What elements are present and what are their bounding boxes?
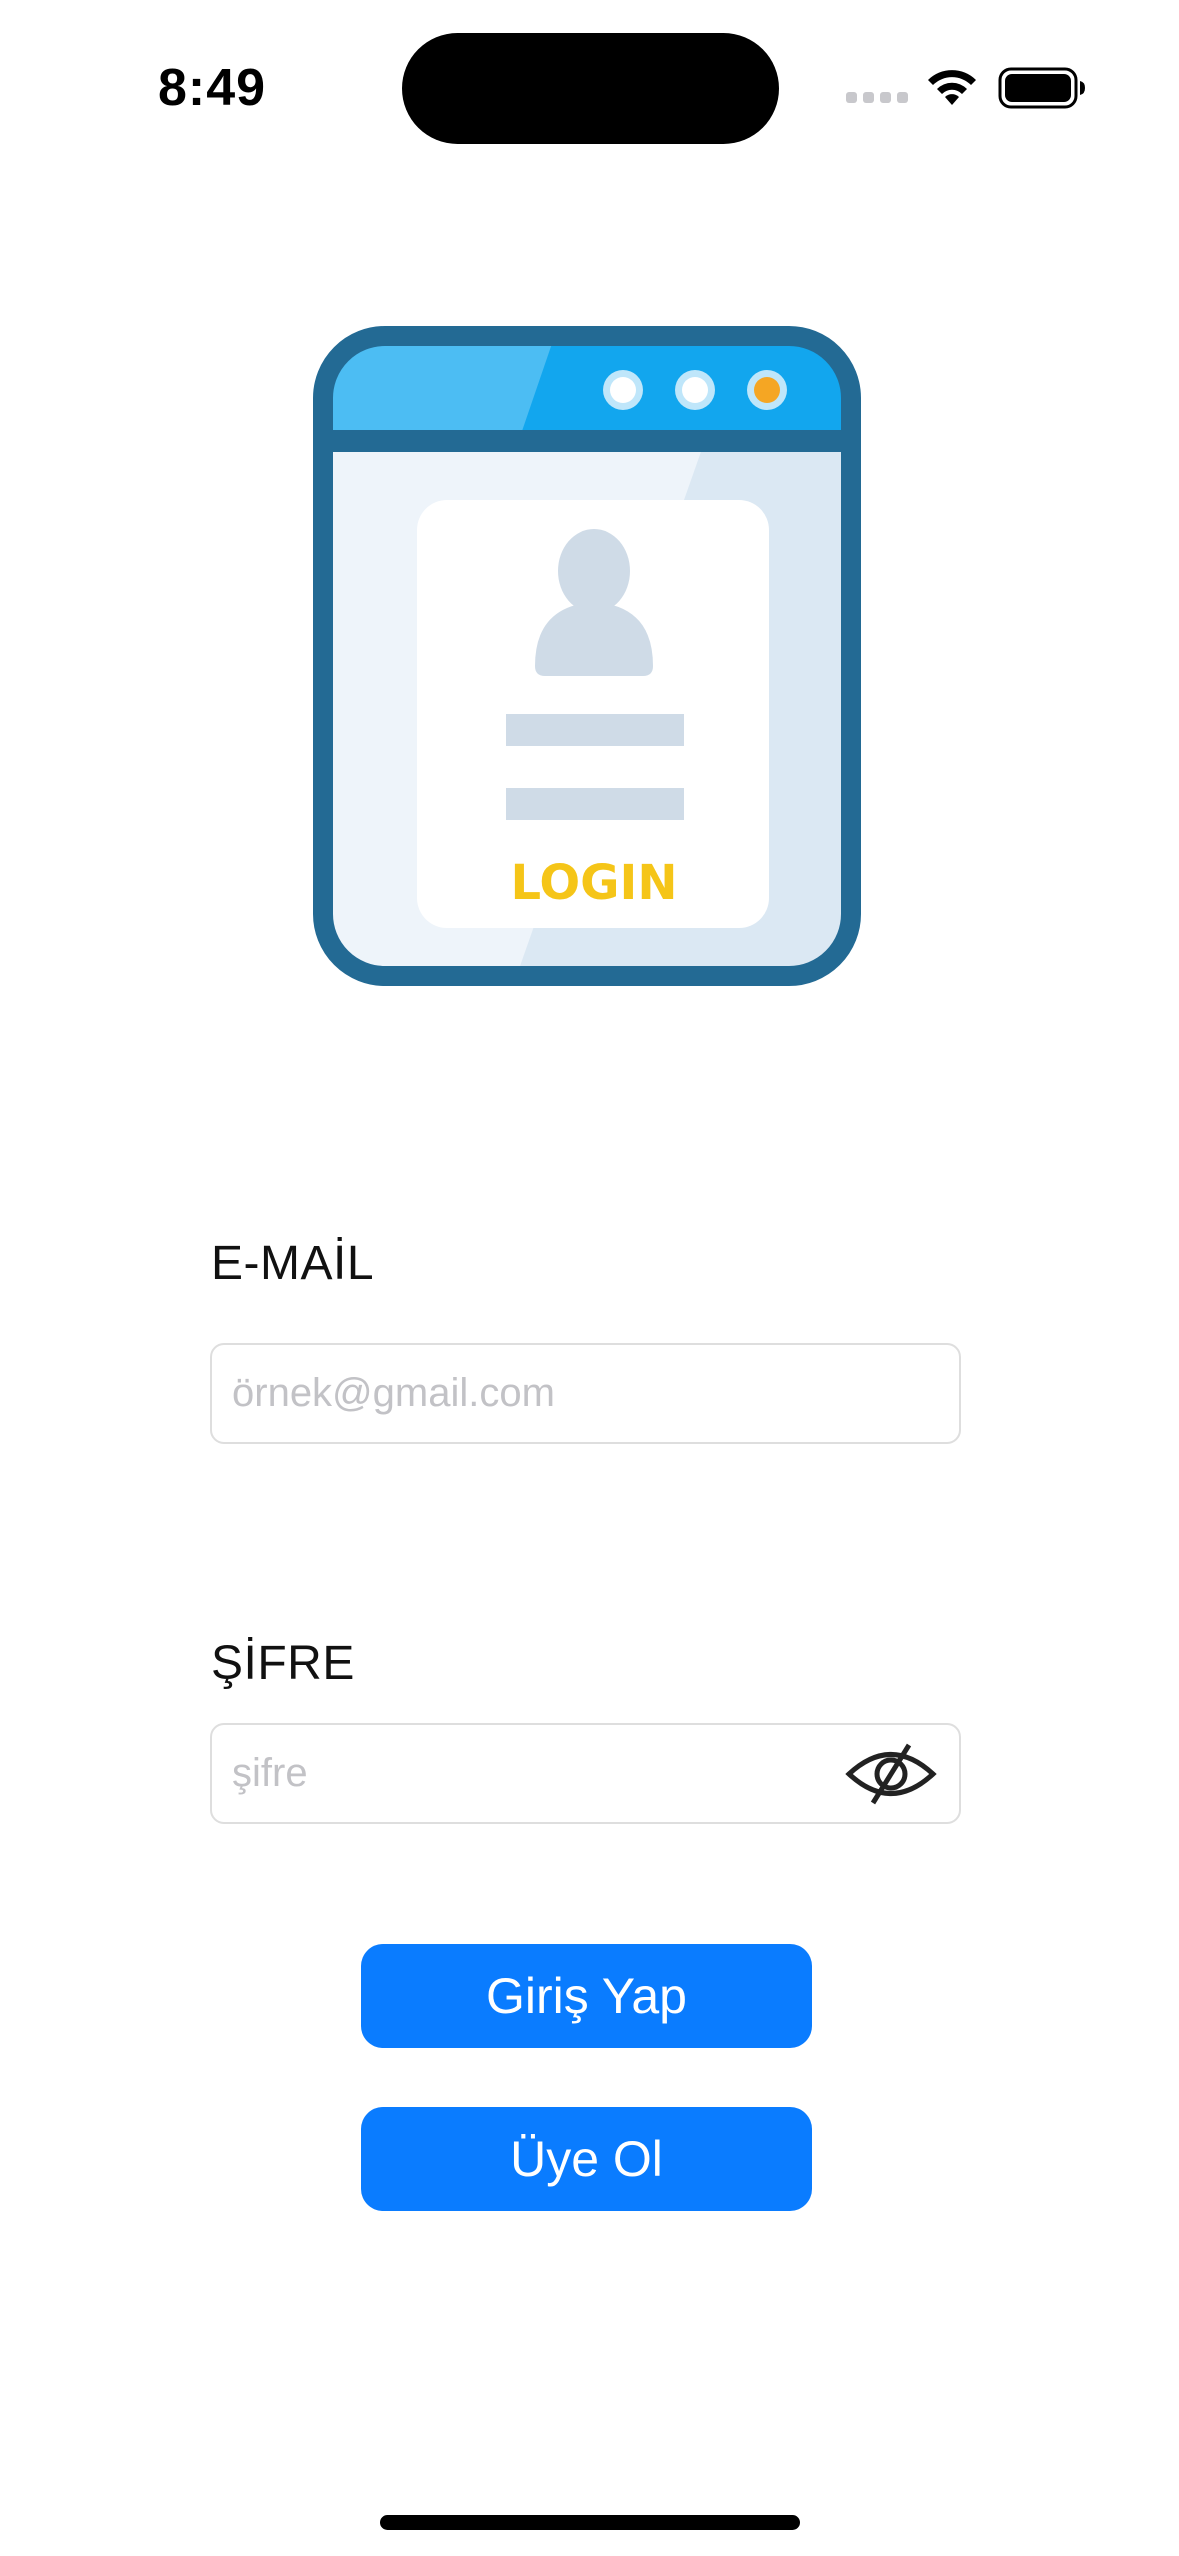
login-screen: 8:49 LOGIN E-MAİL örnek@gmail.com ŞİFRE …	[0, 0, 1179, 2556]
login-illustration: LOGIN	[313, 326, 861, 991]
email-input[interactable]	[232, 1345, 872, 1442]
password-visibility-toggle[interactable]	[842, 1730, 940, 1818]
signup-button[interactable]: Üye Ol	[361, 2107, 812, 2211]
dynamic-island	[402, 33, 779, 144]
illustration-caption: LOGIN	[510, 855, 677, 911]
password-label: ŞİFRE	[211, 1637, 355, 1690]
password-input[interactable]	[232, 1725, 872, 1822]
home-indicator	[380, 2515, 800, 2530]
wifi-icon	[925, 67, 979, 114]
login-button[interactable]: Giriş Yap	[361, 1944, 812, 2048]
cellular-signal-icon	[846, 92, 908, 104]
email-field-box	[210, 1343, 961, 1444]
status-time: 8:49	[158, 59, 267, 117]
email-label: E-MAİL	[211, 1237, 375, 1290]
eye-slash-icon	[845, 1743, 937, 1805]
battery-icon	[998, 66, 1086, 115]
password-field-box	[210, 1723, 961, 1824]
